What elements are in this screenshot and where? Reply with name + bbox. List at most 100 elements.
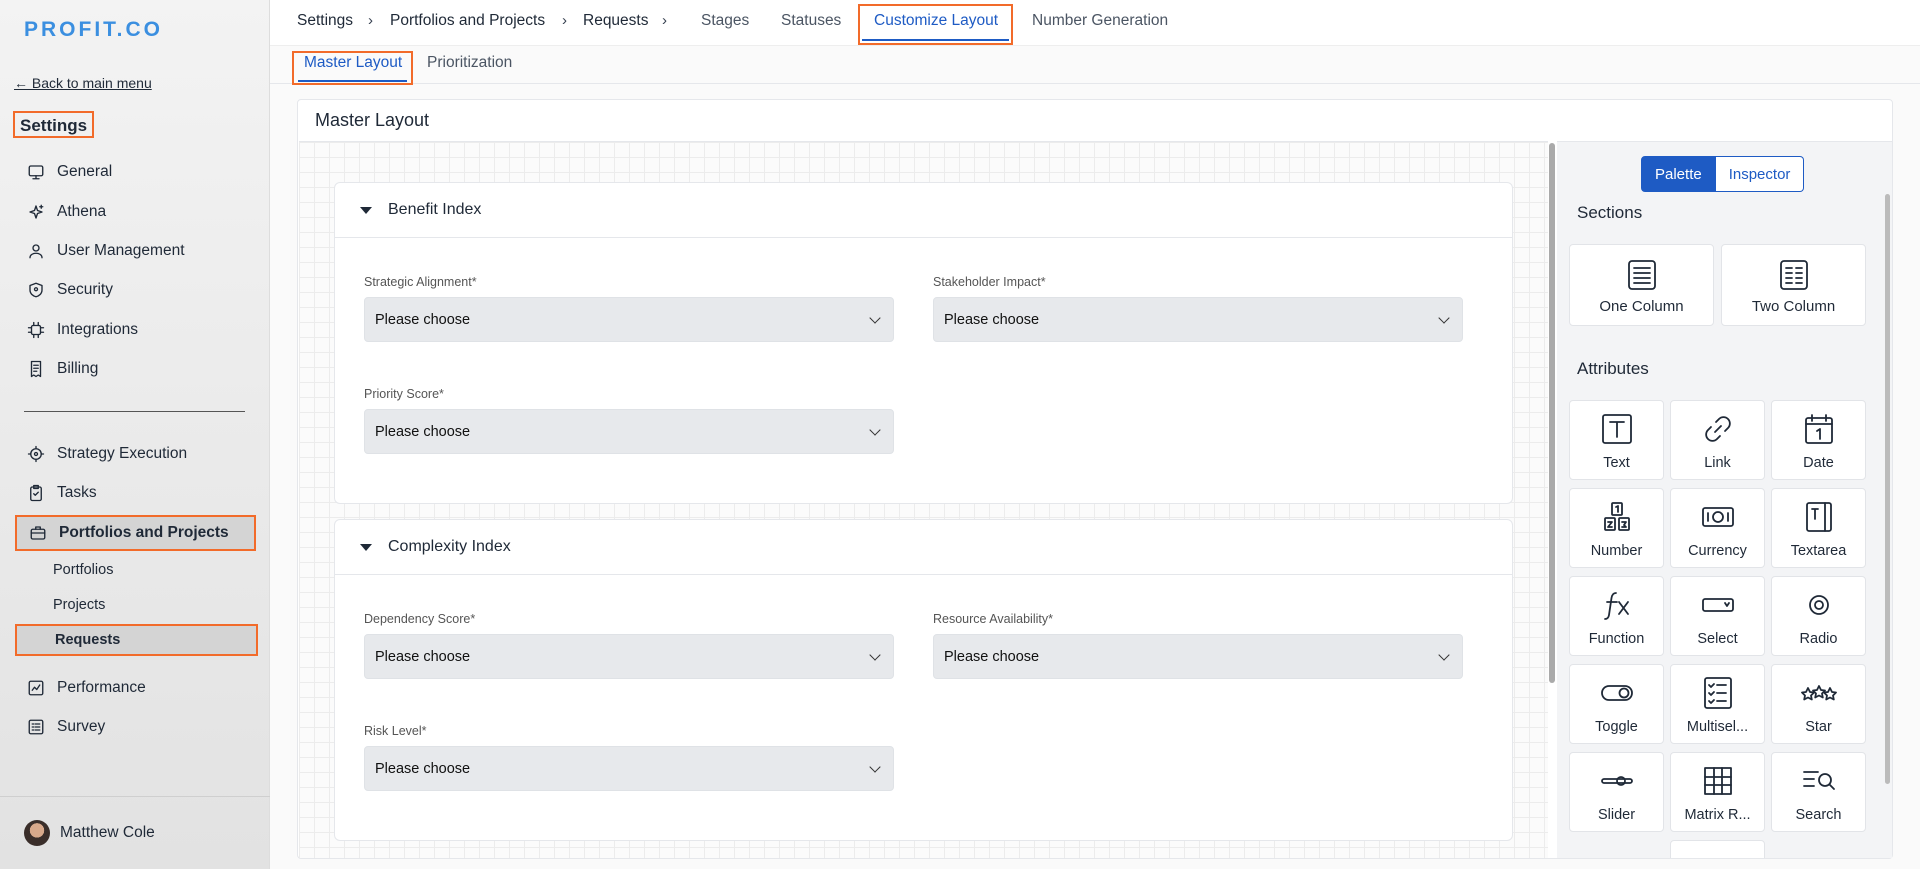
section-header[interactable]: Complexity Index <box>335 520 1512 575</box>
card-label: Link <box>1704 455 1731 471</box>
dependency-score-select[interactable]: Please choose <box>364 634 894 679</box>
tab-statuses[interactable]: Statuses <box>781 12 841 30</box>
layout-canvas[interactable]: Benefit Index Strategic Alignment* Pleas… <box>299 141 1548 858</box>
sections-heading: Sections <box>1577 203 1643 222</box>
tab-number-generation[interactable]: Number Generation <box>1032 12 1168 30</box>
toggle-icon <box>1600 685 1633 701</box>
attribute-textarea[interactable]: Textarea <box>1771 488 1866 568</box>
slider-icon <box>1600 776 1633 786</box>
attribute-slider[interactable]: Slider <box>1569 752 1664 832</box>
field-label: Stakeholder Impact* <box>933 275 1046 289</box>
section-header[interactable]: Benefit Index <box>335 183 1512 238</box>
breadcrumb-separator: › <box>368 12 373 29</box>
active-tab-underline <box>862 39 1009 41</box>
sidebar-item-label: Portfolios and Projects <box>59 524 229 541</box>
top-navigation: Settings › Portfolios and Projects › Req… <box>270 0 1920 46</box>
sidebar-item-general[interactable]: General <box>15 154 256 190</box>
caret-down-icon[interactable] <box>360 543 372 551</box>
sidebar-item-label: Athena <box>57 203 107 220</box>
active-subtab-underline <box>298 80 407 82</box>
field-strategic-alignment: Strategic Alignment* Please choose <box>364 275 894 342</box>
caret-down-icon[interactable] <box>360 206 372 214</box>
sidebar-subitem-portfolios[interactable]: Portfolios <box>15 554 258 586</box>
card-label: One Column <box>1599 298 1684 315</box>
sidebar-item-portfolios-and-projects[interactable]: Portfolios and Projects <box>15 515 256 551</box>
two-column-card[interactable]: Two Column <box>1721 244 1866 326</box>
attribute-star[interactable]: Star <box>1771 664 1866 744</box>
field-label: Priority Score* <box>364 387 444 401</box>
sidebar-item-tasks[interactable]: Tasks <box>15 475 256 511</box>
risk-level-select[interactable]: Please choose <box>364 746 894 791</box>
grid-icon <box>1703 767 1732 795</box>
sidebar-item-integrations[interactable]: Integrations <box>15 312 256 348</box>
sidebar-item-strategy-execution[interactable]: Strategy Execution <box>15 436 256 472</box>
attribute-function[interactable]: Function <box>1569 576 1664 656</box>
attribute-partial[interactable] <box>1670 840 1765 858</box>
palette-panel: Palette Inspector Sections One Column Tw… <box>1557 141 1892 858</box>
one-column-card[interactable]: One Column <box>1569 244 1714 326</box>
back-to-main-menu-link[interactable]: ← Back to main menu <box>14 75 152 91</box>
chevron-down-icon <box>869 648 881 661</box>
attribute-select[interactable]: Select <box>1670 576 1765 656</box>
strategic-alignment-select[interactable]: Please choose <box>364 297 894 342</box>
attribute-currency[interactable]: Currency <box>1670 488 1765 568</box>
sidebar-item-survey[interactable]: Survey <box>15 709 256 745</box>
tab-customize-layout[interactable]: Customize Layout <box>874 12 998 30</box>
attribute-multiselect[interactable]: Multisel... <box>1670 664 1765 744</box>
sidebar-item-label: Performance <box>57 679 146 696</box>
attributes-heading: Attributes <box>1577 359 1649 378</box>
attribute-text[interactable]: Text <box>1569 400 1664 480</box>
receipt-icon <box>27 360 45 378</box>
tab-stages[interactable]: Stages <box>701 12 749 30</box>
stakeholder-impact-select[interactable]: Please choose <box>933 297 1463 342</box>
layout-panel: Master Layout Benefit Index Strategic Al… <box>297 99 1893 859</box>
chevron-down-icon <box>869 311 881 324</box>
function-icon <box>1603 592 1629 620</box>
sidebar-subitem-requests[interactable]: Requests <box>15 624 258 656</box>
inspector-button[interactable]: Inspector <box>1715 156 1805 192</box>
attribute-matrix-rating[interactable]: Matrix R... <box>1670 752 1765 832</box>
breadcrumb-settings[interactable]: Settings <box>297 12 353 30</box>
attribute-date[interactable]: Date <box>1771 400 1866 480</box>
canvas-scrollbar[interactable] <box>1549 143 1555 683</box>
text-icon <box>1601 414 1632 444</box>
radio-icon <box>1808 595 1829 615</box>
sidebar-item-user-management[interactable]: User Management <box>15 233 256 269</box>
attribute-radio[interactable]: Radio <box>1771 576 1866 656</box>
resource-availability-select[interactable]: Please choose <box>933 634 1463 679</box>
card-label: Date <box>1803 455 1834 471</box>
sidebar-divider <box>24 411 245 412</box>
palette-button[interactable]: Palette <box>1641 156 1716 192</box>
sparkle-icon <box>27 203 45 221</box>
sidebar-item-billing[interactable]: Billing <box>15 351 256 387</box>
attribute-search[interactable]: Search <box>1771 752 1866 832</box>
chevron-down-icon <box>1438 311 1450 324</box>
subtab-prioritization[interactable]: Prioritization <box>427 54 512 72</box>
field-stakeholder-impact: Stakeholder Impact* Please choose <box>933 275 1463 342</box>
palette-scrollbar[interactable] <box>1885 194 1890 784</box>
attribute-link[interactable]: Link <box>1670 400 1765 480</box>
attribute-number[interactable]: Number <box>1569 488 1664 568</box>
attribute-toggle[interactable]: Toggle <box>1569 664 1664 744</box>
breadcrumb-portfolios-and-projects[interactable]: Portfolios and Projects <box>390 12 545 30</box>
sidebar-item-security[interactable]: Security <box>15 272 256 308</box>
field-label: Dependency Score* <box>364 612 476 626</box>
profitco-logo[interactable]: PROFIT.CO <box>24 18 163 42</box>
breadcrumb-requests[interactable]: Requests <box>583 12 648 30</box>
subtab-master-layout[interactable]: Master Layout <box>304 54 402 72</box>
chip-icon <box>27 321 45 339</box>
sidebar-item-performance[interactable]: Performance <box>15 670 256 706</box>
sidebar-item-athena[interactable]: Athena <box>15 194 256 230</box>
priority-score-select[interactable]: Please choose <box>364 409 894 454</box>
select-value: Please choose <box>375 311 471 328</box>
section-benefit-index[interactable]: Benefit Index Strategic Alignment* Pleas… <box>334 182 1513 504</box>
sidebar-subitem-projects[interactable]: Projects <box>15 589 258 621</box>
sidebar-item-label: General <box>57 163 113 180</box>
sidebar-item-label: Security <box>57 281 113 298</box>
card-label: Toggle <box>1595 719 1638 735</box>
chart-icon <box>27 679 45 697</box>
user-profile[interactable]: Matthew Cole <box>0 796 270 869</box>
section-complexity-index[interactable]: Complexity Index Dependency Score* Pleas… <box>334 519 1513 841</box>
calendar-icon <box>1804 414 1833 444</box>
chevron-down-icon <box>869 423 881 436</box>
